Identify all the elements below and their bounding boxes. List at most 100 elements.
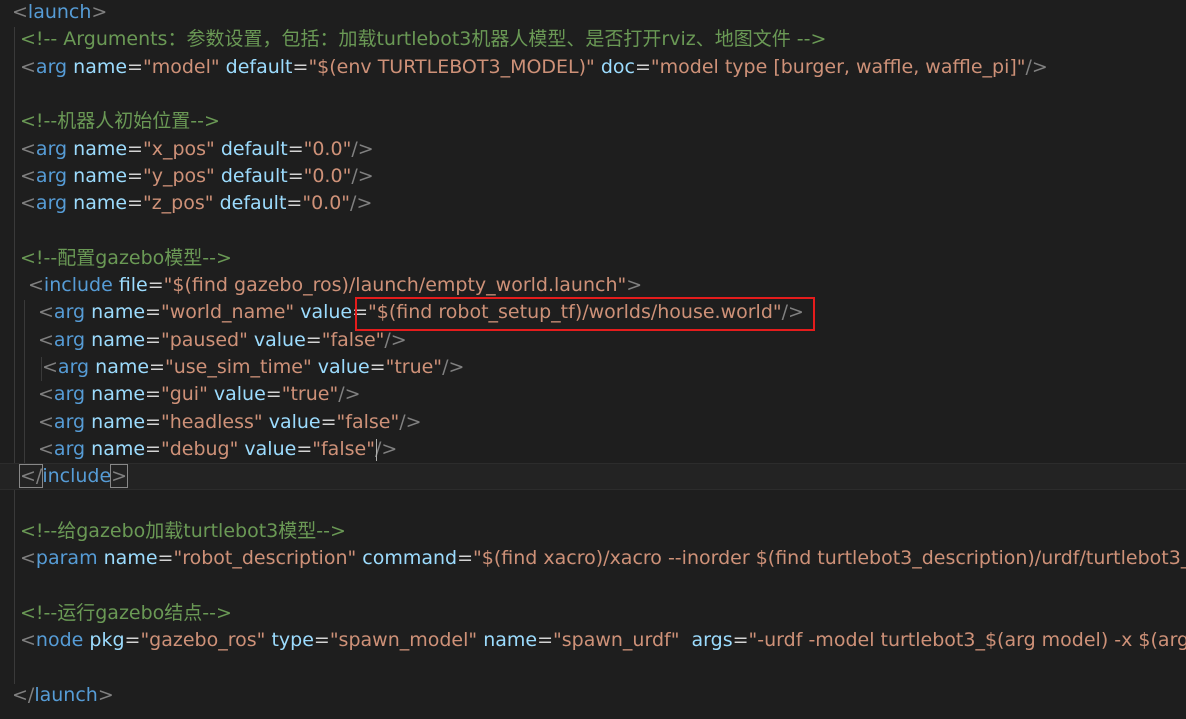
attribute-name: name	[91, 301, 146, 324]
attribute-value: "world_name"	[160, 301, 295, 324]
tag-name: arg	[35, 192, 68, 215]
tag-bracket: <	[38, 383, 54, 406]
code-editor[interactable]: <launch> <!-- Arguments：参数设置，包括：加载turtleb…	[0, 0, 1186, 719]
comment-text: <!-- Arguments：参数设置，包括：加载turtlebot3机器人模型…	[20, 28, 827, 51]
tag-bracket: </	[18, 464, 44, 489]
code-line[interactable]: <!--给gazebo加载turtlebot3模型-->	[0, 518, 1186, 545]
tag-name: arg	[53, 328, 86, 351]
tag-bracket: />	[351, 137, 374, 160]
code-line[interactable]: <param name="robot_description" command=…	[0, 545, 1186, 572]
attribute-name: default	[220, 164, 288, 187]
tag-bracket: <	[38, 328, 54, 351]
tag-name: launch	[34, 683, 98, 706]
attribute-value: "debug"	[160, 437, 239, 460]
attribute-name: pkg	[89, 628, 125, 651]
equals-sign: =	[145, 437, 161, 460]
code-line[interactable]	[0, 572, 1186, 599]
attribute-name: value	[300, 301, 353, 324]
tag-name: arg	[53, 383, 86, 406]
equals-sign: =	[732, 628, 749, 651]
tag-bracket: <	[20, 164, 36, 187]
attribute-value: "gui"	[160, 383, 208, 406]
attribute-name: value	[268, 410, 321, 433]
attribute-value: "$(env TURTLEBOT3_MODEL)"	[308, 55, 595, 78]
code-line[interactable]	[0, 81, 1186, 108]
equals-sign: =	[313, 628, 330, 651]
tag-name: param	[35, 547, 98, 569]
attribute-value: "$(find gazebo_ros)/launch/empty_world.l…	[163, 274, 627, 296]
text-cursor	[376, 439, 377, 461]
code-line[interactable]	[0, 490, 1186, 517]
equals-sign: =	[634, 55, 651, 78]
code-line[interactable]: <!-- Arguments：参数设置，包括：加载turtlebot3机器人模型…	[0, 26, 1186, 53]
attribute-name: name	[73, 55, 128, 78]
tag-name: arg	[35, 137, 68, 160]
tag-bracket: />	[399, 410, 422, 433]
attribute-value: "true"	[385, 355, 443, 378]
code-line[interactable]: <arg name="y_pos" default="0.0"/>	[0, 163, 1186, 190]
code-line[interactable]: <launch>	[0, 0, 1186, 26]
tag-bracket: />	[781, 301, 804, 324]
code-line[interactable]: <arg name="z_pos" default="0.0"/>	[0, 190, 1186, 217]
attribute-value: "$(find xacro)/xacro --inorder $(find tu…	[473, 547, 1186, 569]
equals-sign: =	[127, 55, 143, 78]
attribute-value: "y_pos"	[142, 164, 215, 187]
code-line[interactable]: <arg name="debug" value="false"/>	[0, 436, 1186, 463]
tag-bracket: <	[38, 410, 54, 433]
code-line[interactable]: <arg name="model" default="$(env TURTLEB…	[0, 54, 1186, 81]
tag-bracket: />	[1025, 55, 1048, 78]
code-line[interactable]: <arg name="world_name" value="$(find rob…	[0, 299, 1186, 326]
code-line[interactable]	[0, 217, 1186, 244]
tag-bracket: >	[110, 464, 129, 489]
equals-sign: =	[265, 383, 282, 406]
code-line[interactable]: <arg name="paused" value="false"/>	[0, 327, 1186, 354]
code-line[interactable]: <arg name="headless" value="false"/>	[0, 409, 1186, 436]
equals-sign: =	[145, 383, 161, 406]
code-line[interactable]: <node pkg="gazebo_ros" type="spawn_model…	[0, 627, 1186, 654]
code-line[interactable]: </include>	[0, 463, 1186, 491]
attribute-name: value	[244, 437, 297, 460]
tag-bracket: <	[20, 628, 36, 651]
attribute-name: value	[213, 383, 266, 406]
attribute-value: "headless"	[160, 410, 263, 433]
tag-bracket: >	[626, 274, 643, 296]
attribute-name: command	[362, 547, 458, 569]
equals-sign: =	[127, 192, 143, 215]
attribute-name: name	[103, 547, 158, 569]
code-line[interactable]: </launch>	[0, 682, 1186, 709]
comment-text: <!--给gazebo加载turtlebot3模型-->	[20, 519, 346, 542]
equals-sign: =	[127, 164, 143, 187]
attribute-name: type	[271, 628, 314, 651]
code-line[interactable]: <!--配置gazebo模型-->	[0, 245, 1186, 272]
attribute-value: "robot_description"	[173, 547, 357, 569]
equals-sign: =	[320, 410, 337, 433]
attribute-value: "$(find robot_setup_tf)/worlds/house.wor…	[368, 301, 782, 324]
attribute-value: "false"	[336, 410, 400, 433]
attribute-value: "0.0"	[303, 137, 352, 160]
attribute-name: default	[220, 137, 288, 160]
code-line[interactable]: <!--运行gazebo结点-->	[0, 600, 1186, 627]
code-line[interactable]	[0, 654, 1186, 681]
equals-sign: =	[296, 437, 313, 460]
code-line[interactable]: <!--机器人初始位置-->	[0, 108, 1186, 135]
attribute-name: name	[91, 328, 146, 351]
attribute-value: "z_pos"	[142, 192, 214, 215]
equals-sign: =	[292, 55, 309, 78]
attribute-value: "model type [burger, waffle, waffle_pi]"	[650, 55, 1026, 78]
code-line[interactable]: <include file="$(find gazebo_ros)/launch…	[0, 272, 1186, 299]
attribute-value: "spawn_urdf"	[553, 628, 680, 651]
code-line[interactable]: <arg name="use_sim_time" value="true"/>	[0, 354, 1186, 381]
tag-bracket: />	[338, 383, 361, 406]
attribute-value: "0.0"	[303, 164, 352, 187]
attribute-value: "false"	[321, 328, 385, 351]
attribute-name: name	[73, 192, 128, 215]
equals-sign: =	[157, 547, 174, 569]
equals-sign: =	[127, 137, 143, 160]
equals-sign: =	[149, 355, 165, 378]
attribute-value: "false"	[312, 437, 375, 460]
comment-text: <!--运行gazebo结点-->	[20, 601, 232, 624]
code-line[interactable]: <arg name="gui" value="true"/>	[0, 381, 1186, 408]
code-line[interactable]: <arg name="x_pos" default="0.0"/>	[0, 136, 1186, 163]
tag-name: launch	[27, 1, 92, 23]
